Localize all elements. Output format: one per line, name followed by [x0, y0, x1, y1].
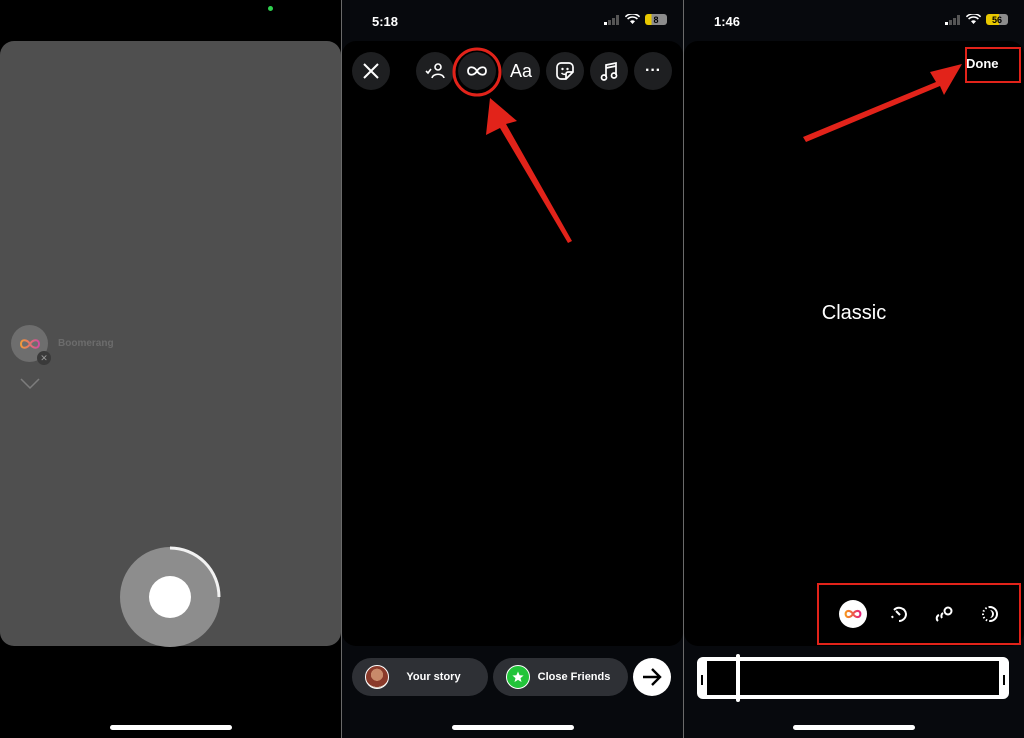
- trim-slider[interactable]: [697, 657, 1009, 699]
- trim-playhead[interactable]: [736, 654, 741, 702]
- camera-in-use-indicator: [268, 6, 273, 11]
- wifi-icon: [625, 14, 640, 24]
- close-friends-label: Close Friends: [537, 671, 611, 683]
- more-button[interactable]: ···: [634, 52, 672, 90]
- your-story-button[interactable]: Your story: [352, 658, 488, 696]
- camera-capture-panel: ✕ Boomerang: [0, 0, 341, 738]
- close-mode-icon[interactable]: ✕: [37, 351, 51, 365]
- boomerang-button[interactable]: [458, 52, 496, 90]
- music-button[interactable]: [590, 52, 628, 90]
- your-story-label: Your story: [406, 671, 461, 683]
- home-indicator: [451, 725, 574, 730]
- sticker-icon: [556, 62, 574, 80]
- duo-icon: [982, 606, 998, 622]
- chevron-down-icon[interactable]: [20, 378, 40, 390]
- sticker-button[interactable]: [546, 52, 584, 90]
- close-friends-star-icon: [506, 665, 530, 689]
- story-editor-panel: 5:18 8 Aa ··· Your story Close Friends: [342, 0, 683, 738]
- status-time: 5:18: [372, 14, 399, 29]
- tag-people-button[interactable]: [416, 52, 454, 90]
- story-canvas[interactable]: [342, 41, 683, 646]
- done-button[interactable]: Done: [966, 56, 999, 71]
- effect-echo-button[interactable]: [930, 600, 958, 628]
- home-indicator: [793, 725, 915, 730]
- battery-indicator: 8: [645, 14, 667, 25]
- tag-people-icon: [425, 63, 445, 79]
- effect-name-label: Classic: [821, 302, 887, 324]
- effect-duo-button[interactable]: [976, 600, 1004, 628]
- trim-end-handle[interactable]: [1003, 675, 1005, 685]
- boomerang-preview[interactable]: [684, 41, 1024, 646]
- next-button[interactable]: [633, 658, 671, 696]
- home-indicator: [109, 725, 232, 730]
- infinity-icon: [844, 609, 862, 619]
- boomerang-editor-panel: 1:46 56 Done Classic: [684, 0, 1024, 738]
- close-icon: [363, 63, 379, 79]
- close-button[interactable]: [352, 52, 390, 90]
- avatar: [365, 665, 389, 689]
- status-icons: 56: [945, 14, 1008, 25]
- battery-indicator: 56: [986, 14, 1008, 25]
- signal-icon: [604, 14, 619, 25]
- infinity-icon: [467, 66, 487, 76]
- effect-classic-button[interactable]: [839, 600, 867, 628]
- shutter-button[interactable]: [119, 546, 221, 648]
- infinity-icon: [19, 338, 40, 349]
- more-icon: ···: [645, 62, 661, 79]
- signal-icon: [945, 14, 960, 25]
- slowmo-icon: [891, 606, 908, 622]
- status-time: 1:46: [714, 14, 741, 29]
- music-icon: [600, 61, 618, 81]
- effect-slowmo-button[interactable]: [885, 600, 913, 628]
- status-icons: 8: [604, 14, 667, 25]
- mode-label: Boomerang: [58, 338, 114, 349]
- trim-start-handle[interactable]: [701, 675, 703, 685]
- echo-icon: [935, 606, 953, 622]
- text-icon: Aa: [509, 60, 533, 81]
- arrow-right-icon: [643, 668, 662, 686]
- wifi-icon: [966, 14, 981, 24]
- close-friends-button[interactable]: Close Friends: [493, 658, 628, 696]
- text-button[interactable]: Aa: [502, 52, 540, 90]
